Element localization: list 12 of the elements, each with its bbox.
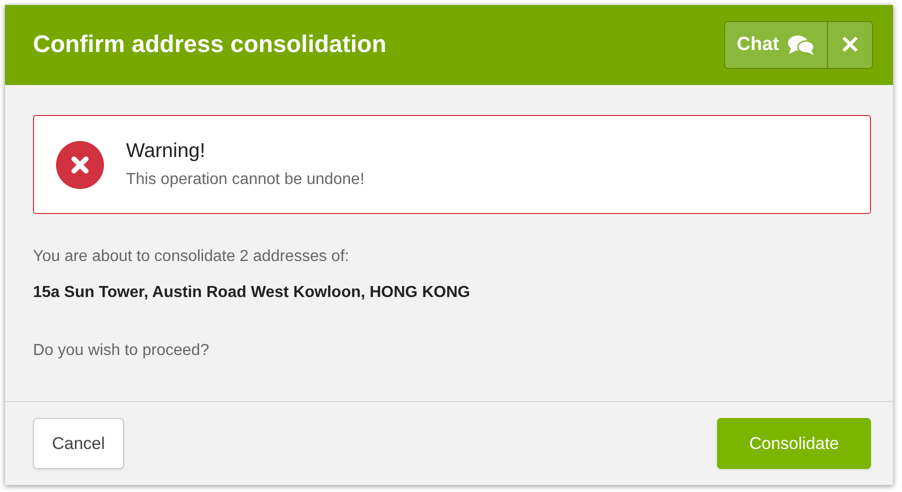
confirm-button[interactable]: Consolidate: [717, 418, 871, 469]
question-text: Do you wish to proceed?: [33, 342, 210, 360]
warning-title: Warning!: [126, 140, 206, 163]
error-icon: [56, 140, 104, 188]
dialog-title: Confirm address consolidation: [33, 31, 386, 59]
intro-text: You are about to consolidate 2 addresses of:: [33, 248, 350, 266]
cancel-button[interactable]: Cancel: [33, 418, 124, 469]
warning-message: This operation cannot be undone!: [126, 171, 364, 189]
close-button[interactable]: ✕: [827, 22, 872, 68]
speech-bubbles-icon: [787, 34, 815, 56]
address-text: 15a Sun Tower, Austin Road West Kowloon, HONG KONG: [33, 284, 472, 302]
chat-button[interactable]: Chat: [724, 22, 827, 68]
